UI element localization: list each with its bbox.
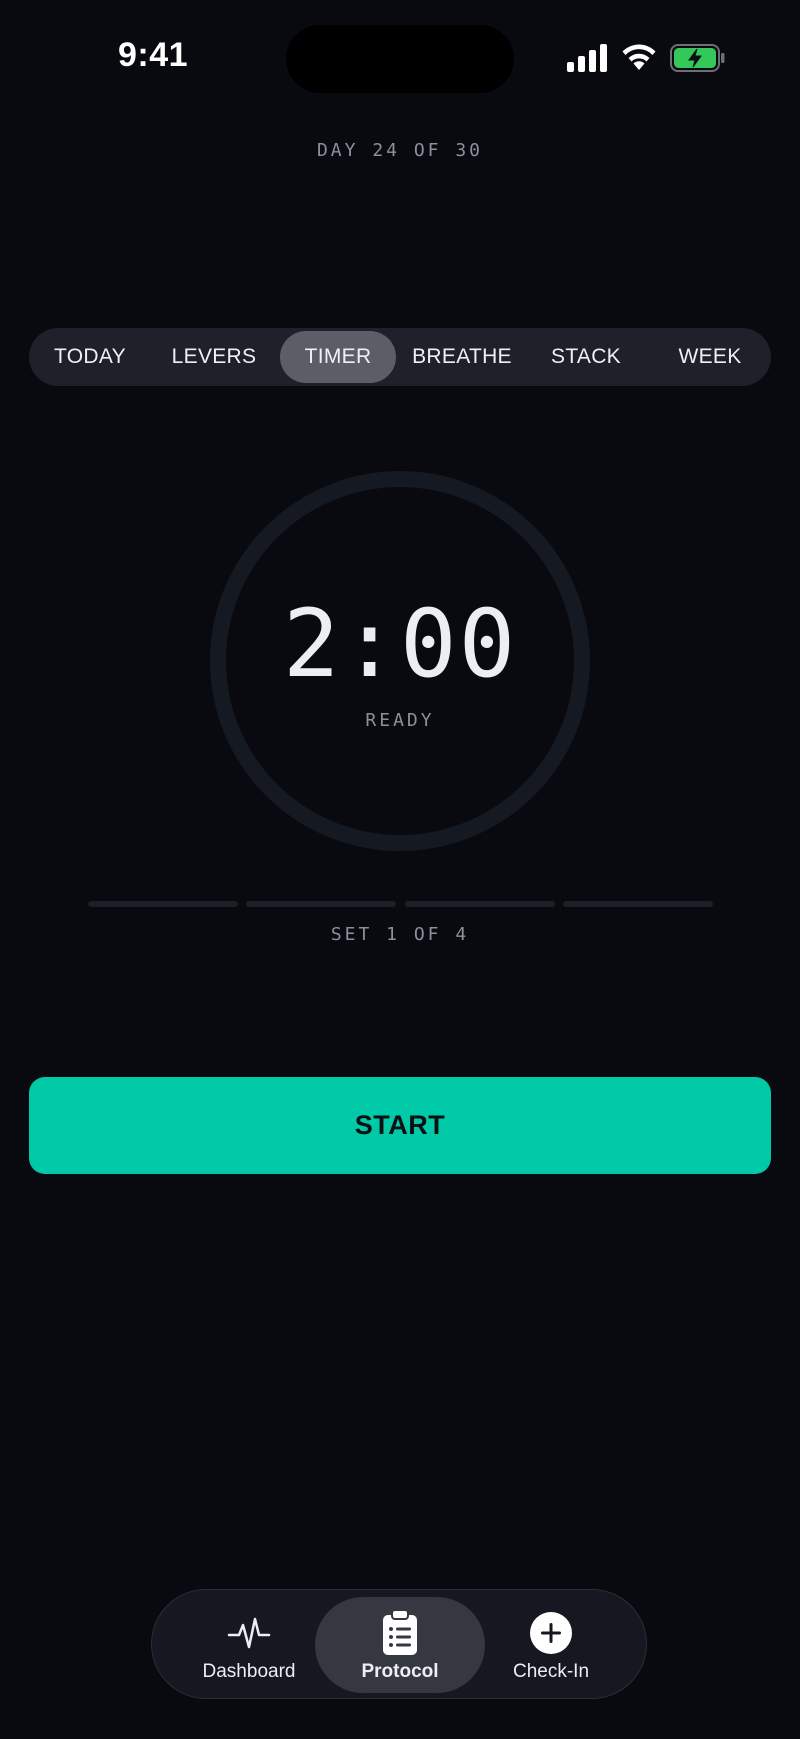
tab-stack[interactable]: STACK [528,331,644,383]
nav-check-in[interactable]: Check-In [466,1597,636,1693]
tab-timer[interactable]: TIMER [280,331,396,383]
tab-today[interactable]: TODAY [32,331,148,383]
nav-protocol[interactable]: Protocol [315,1597,485,1693]
timer-value: 2:00 [282,590,518,699]
signal-icon [567,44,607,72]
pulse-icon [227,1617,271,1649]
start-button[interactable]: START [29,1077,771,1174]
day-label: DAY 24 OF 30 [316,140,484,161]
timer-status: READY [365,710,435,731]
dynamic-island [286,25,514,93]
set-bar-3 [405,901,555,907]
set-label: SET 1 OF 4 [330,924,470,945]
set-bar-4 [563,901,713,907]
status-time: 9:41 [118,36,189,74]
nav-check-in-label: Check-In [512,1661,590,1682]
tab-breathe[interactable]: BREATHE [404,331,520,383]
clipboard-list-icon [383,1609,417,1655]
set-bar-2 [246,901,396,907]
nav-dashboard[interactable]: Dashboard [164,1597,334,1693]
segment-tabs: TODAY LEVERS TIMER BREATHE STACK WEEK [29,328,771,386]
set-progress [88,901,713,907]
plus-circle-icon [530,1612,572,1654]
battery-charging-icon [670,44,725,72]
wifi-icon [622,44,656,70]
nav-dashboard-label: Dashboard [202,1661,296,1682]
nav-protocol-label: Protocol [361,1661,439,1682]
status-bar: 9:41 [0,0,800,110]
tab-week[interactable]: WEEK [652,331,768,383]
bottom-nav: Dashboard Protocol Check-In [151,1589,647,1699]
set-bar-1 [88,901,238,907]
tab-levers[interactable]: LEVERS [156,331,272,383]
